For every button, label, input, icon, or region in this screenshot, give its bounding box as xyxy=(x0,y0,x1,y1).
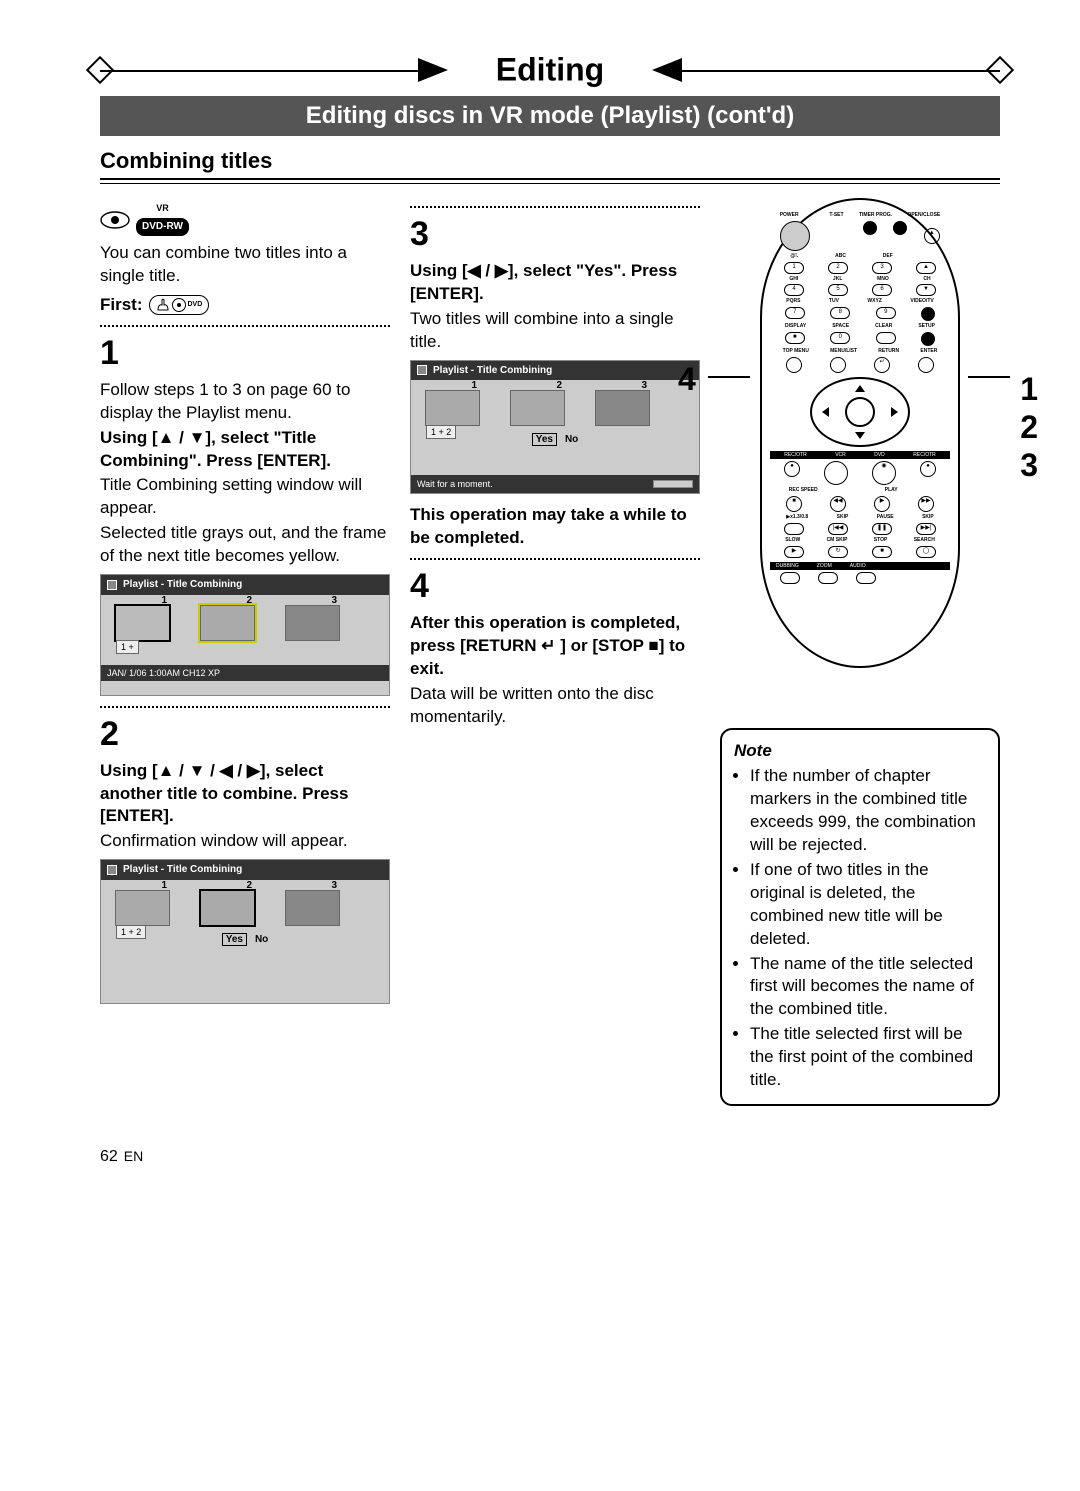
open-close-button[interactable]: ▲ xyxy=(924,228,940,244)
step-4-number: 4 xyxy=(410,564,700,610)
step1-text3: Title Combining setting window will appe… xyxy=(100,474,390,520)
column-1: VR DVD-RW You can combine two titles int… xyxy=(100,198,390,1106)
step1-text4: Selected title grays out, and the frame … xyxy=(100,522,390,568)
note-box: Note If the number of chapter markers in… xyxy=(720,728,1000,1106)
play[interactable]: ▶ xyxy=(874,496,890,512)
note-item: The name of the title selected first wil… xyxy=(750,953,986,1022)
slow[interactable]: ▶ xyxy=(784,546,804,558)
header-title: Editing xyxy=(496,48,604,91)
vcr-btn[interactable] xyxy=(824,461,848,485)
step4-text2: Data will be written onto the disc momen… xyxy=(410,683,700,729)
display-btn[interactable]: ■ xyxy=(785,332,805,344)
screen-step1: Playlist - Title Combining 11 + 2 3 JAN/… xyxy=(100,574,390,696)
screen-step2: Playlist - Title Combining 11 + 2 2 3 Ye… xyxy=(100,859,390,1003)
callout-1: 1 xyxy=(1020,368,1038,411)
remote-control: POWERT-SETTIMER PROG.OPEN/CLOSE ▲ @!.ABC… xyxy=(760,198,960,668)
pause[interactable]: ❚❚ xyxy=(872,523,892,535)
callout-2: 2 xyxy=(1020,406,1038,449)
ff[interactable]: ▶▶ xyxy=(918,496,934,512)
return-btn[interactable]: ↵ xyxy=(874,357,890,373)
column-3: 4 1 2 3 POWERT-SETTIMER PROG.OPEN/CLOSE … xyxy=(720,198,1000,1106)
step2-text1: Using [▲ / ▼ / ◀ / ▶], select another ti… xyxy=(100,760,390,829)
first-label: First: xyxy=(100,294,143,317)
zoom[interactable] xyxy=(818,572,838,584)
step3-text1: Using [◀ / ▶], select "Yes". Press [ENTE… xyxy=(410,260,700,306)
skip-f[interactable]: ▶▶| xyxy=(916,523,936,535)
disc-eye-icon xyxy=(100,211,130,229)
column-2: 3 Using [◀ / ▶], select "Yes". Press [EN… xyxy=(410,198,700,1106)
num-6[interactable]: 6 xyxy=(872,284,892,296)
dubbing[interactable] xyxy=(780,572,800,584)
num-5[interactable]: 5 xyxy=(828,284,848,296)
rec-otr-l[interactable]: ● xyxy=(784,461,800,477)
section-title: Combining titles xyxy=(100,146,1000,180)
video-tv[interactable] xyxy=(921,307,935,321)
note-title: Note xyxy=(734,740,986,763)
num-8[interactable]: 8 xyxy=(830,307,850,319)
step-2-number: 2 xyxy=(100,712,390,758)
skip-b[interactable]: |◀◀ xyxy=(828,523,848,535)
note-item: If one of two titles in the original is … xyxy=(750,859,986,951)
top-menu[interactable] xyxy=(786,357,802,373)
menu-list[interactable] xyxy=(830,357,846,373)
clear-btn[interactable] xyxy=(876,332,896,344)
vr-label: VR xyxy=(136,204,189,213)
step-1-number: 1 xyxy=(100,331,390,377)
num-3[interactable]: 3 xyxy=(872,262,892,274)
dvd-btn[interactable]: ◉ xyxy=(872,461,896,485)
rec-otr-r[interactable]: ● xyxy=(920,461,936,477)
screen-step3: Playlist - Title Combining 11 + 2 2 3 Ye… xyxy=(410,360,700,494)
header-subtitle: Editing discs in VR mode (Playlist) (con… xyxy=(100,96,1000,136)
page-footer: 62EN xyxy=(100,1146,1000,1168)
cm-skip[interactable]: ↻ xyxy=(828,546,848,558)
search[interactable]: ◯ xyxy=(916,546,936,558)
tset-button[interactable] xyxy=(863,221,877,235)
ch-up[interactable]: ▲ xyxy=(916,262,936,274)
num-1[interactable]: 1 xyxy=(784,262,804,274)
step-3-number: 3 xyxy=(410,212,700,258)
note-item: The title selected first will be the fir… xyxy=(750,1023,986,1092)
step3-text2: Two titles will combine into a single ti… xyxy=(410,308,700,354)
timer-button[interactable] xyxy=(893,221,907,235)
audio[interactable] xyxy=(856,572,876,584)
step1-text2: Using [▲ / ▼], select "Title Combining".… xyxy=(100,427,390,473)
num-2[interactable]: 2 xyxy=(828,262,848,274)
rew[interactable]: ◀◀ xyxy=(830,496,846,512)
stop[interactable]: ■ xyxy=(872,546,892,558)
step4-text1: After this operation is completed, press… xyxy=(410,612,700,681)
num-4[interactable]: 4 xyxy=(784,284,804,296)
step3-text3: This operation may take a while to be co… xyxy=(410,504,700,550)
rec-speed[interactable]: ■ xyxy=(786,496,802,512)
nav-ring[interactable] xyxy=(810,377,910,447)
enter-btn[interactable] xyxy=(918,357,934,373)
setup-btn[interactable] xyxy=(921,332,935,346)
ch-down[interactable]: ▼ xyxy=(916,284,936,296)
callout-4: 4 xyxy=(678,358,696,401)
step1-text1: Follow steps 1 to 3 on page 60 to displa… xyxy=(100,379,390,425)
dvd-rw-badge: DVD-RW xyxy=(136,218,189,236)
num-0[interactable]: 0 xyxy=(830,332,850,344)
header-ornament: Editing xyxy=(100,50,1000,90)
step2-text2: Confirmation window will appear. xyxy=(100,830,390,853)
dvd-hand-icon: DVD xyxy=(149,295,210,315)
intro-text: You can combine two titles into a single… xyxy=(100,242,390,288)
x1.3[interactable] xyxy=(784,523,804,535)
callout-3: 3 xyxy=(1020,444,1038,487)
num-9[interactable]: 9 xyxy=(876,307,896,319)
power-button[interactable] xyxy=(780,221,810,251)
num-7[interactable]: 7 xyxy=(785,307,805,319)
note-item: If the number of chapter markers in the … xyxy=(750,765,986,857)
